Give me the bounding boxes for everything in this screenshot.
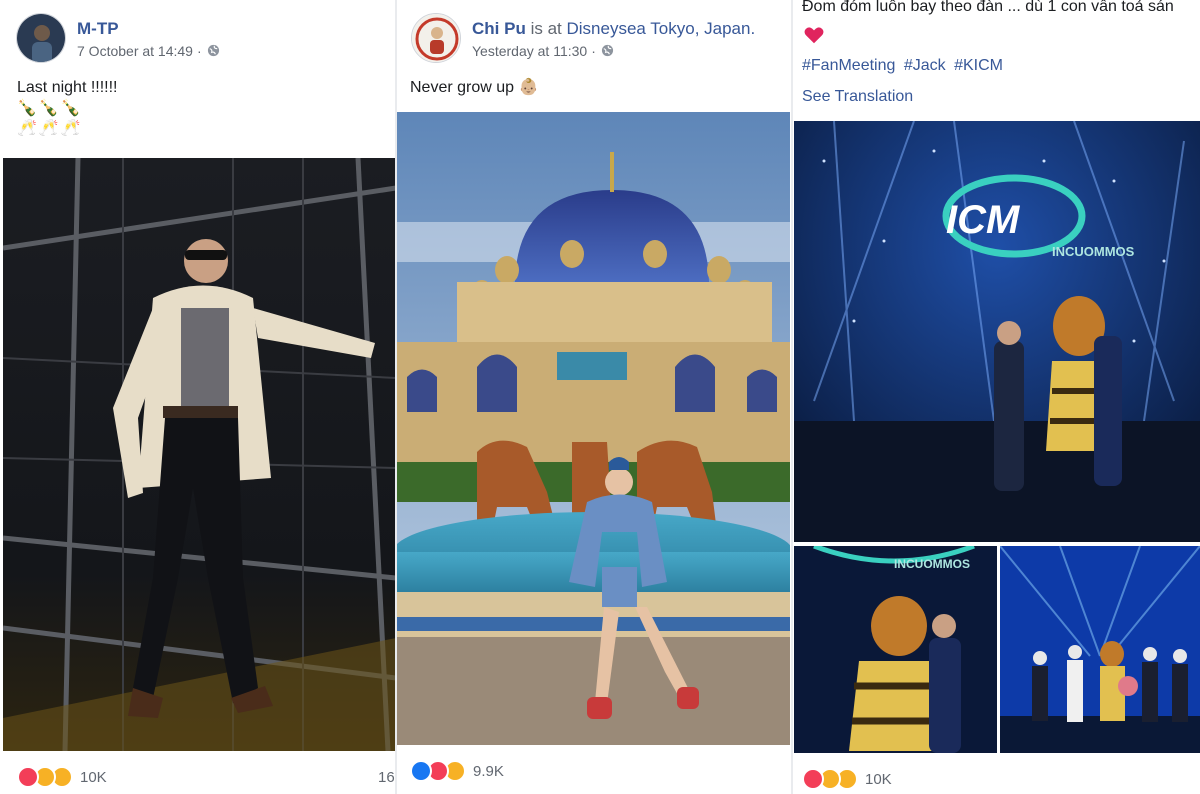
see-translation-link[interactable]: See Translation bbox=[802, 86, 913, 108]
reaction-bar[interactable]: 10K bbox=[17, 766, 107, 788]
post-photo-2[interactable]: INCUOMMOS bbox=[794, 546, 997, 753]
reaction-count[interactable]: 10K bbox=[865, 771, 892, 788]
baby-emoji: 👶🏼 bbox=[518, 79, 539, 96]
icm-logo-text: ICM bbox=[946, 198, 1021, 242]
heart-emoji bbox=[804, 27, 824, 44]
place-link[interactable]: Disneysea Tokyo, Japan. bbox=[567, 19, 756, 38]
post-photo-main[interactable]: ICM INCUOMMOS bbox=[794, 121, 1200, 542]
glasses-emoji-row: 🥂🥂🥂 bbox=[17, 120, 83, 137]
post-chipu: Chi Pu is at Disneysea Tokyo, Japan. Yes… bbox=[397, 0, 792, 794]
post-text: Đom đóm luôn bay theo đàn ... dù 1 con v… bbox=[802, 0, 1174, 15]
author-name[interactable]: M-TP bbox=[77, 19, 119, 38]
reaction-bar[interactable]: 9.9K bbox=[410, 760, 504, 782]
caption-text: Never grow up bbox=[410, 79, 515, 96]
checkin-text: is at bbox=[530, 18, 562, 38]
post-photo-3[interactable] bbox=[1000, 546, 1200, 753]
comment-count[interactable]: 16 bbox=[378, 769, 395, 786]
avatar[interactable] bbox=[411, 13, 461, 63]
post-photo[interactable] bbox=[3, 158, 396, 751]
post-photo[interactable] bbox=[397, 112, 790, 745]
hashtag-fanmeeting[interactable]: #FanMeeting bbox=[802, 57, 895, 74]
champagne-emoji-row: 🍾🍾🍾 bbox=[17, 100, 83, 117]
time-separator: · bbox=[196, 42, 202, 59]
post-mtp: M-TP 7 October at 14:49 · Last night !!!… bbox=[0, 0, 396, 794]
post-caption: Never grow up 👶🏼 bbox=[410, 77, 538, 99]
post-fanmeeting: Đom đóm luôn bay theo đàn ... dù 1 con v… bbox=[793, 0, 1200, 794]
caption-text: Last night !!!!!! bbox=[17, 79, 118, 96]
timestamp[interactable]: Yesterday at 11:30 bbox=[472, 43, 587, 59]
post-header: Chi Pu is at Disneysea Tokyo, Japan. Yes… bbox=[411, 12, 755, 64]
reaction-count[interactable]: 9.9K bbox=[473, 763, 504, 780]
love-reaction-icon bbox=[17, 766, 39, 788]
reaction-bar[interactable]: 10K bbox=[802, 768, 892, 790]
reaction-count[interactable]: 10K bbox=[80, 769, 107, 786]
globe-icon bbox=[207, 44, 219, 57]
hashtag-jack[interactable]: #Jack bbox=[904, 57, 946, 74]
like-reaction-icon bbox=[410, 760, 432, 782]
hashtags: #FanMeeting #Jack #KICM bbox=[802, 55, 1007, 77]
icm-logo-subtitle: INCUOMMOS bbox=[894, 557, 970, 571]
love-reaction-icon bbox=[802, 768, 824, 790]
post-header: M-TP 7 October at 14:49 · bbox=[16, 12, 220, 64]
time-separator: · bbox=[591, 42, 596, 59]
globe-icon bbox=[601, 44, 613, 57]
avatar[interactable] bbox=[16, 13, 66, 63]
hashtag-kicm[interactable]: #KICM bbox=[954, 57, 1003, 74]
timestamp[interactable]: 7 October at 14:49 bbox=[77, 43, 193, 59]
author-name[interactable]: Chi Pu bbox=[472, 19, 526, 38]
post-caption: Last night !!!!!! 🍾🍾🍾 🥂🥂🥂 bbox=[17, 77, 118, 139]
icm-logo-subtitle: INCUOMMOS bbox=[1052, 244, 1135, 259]
